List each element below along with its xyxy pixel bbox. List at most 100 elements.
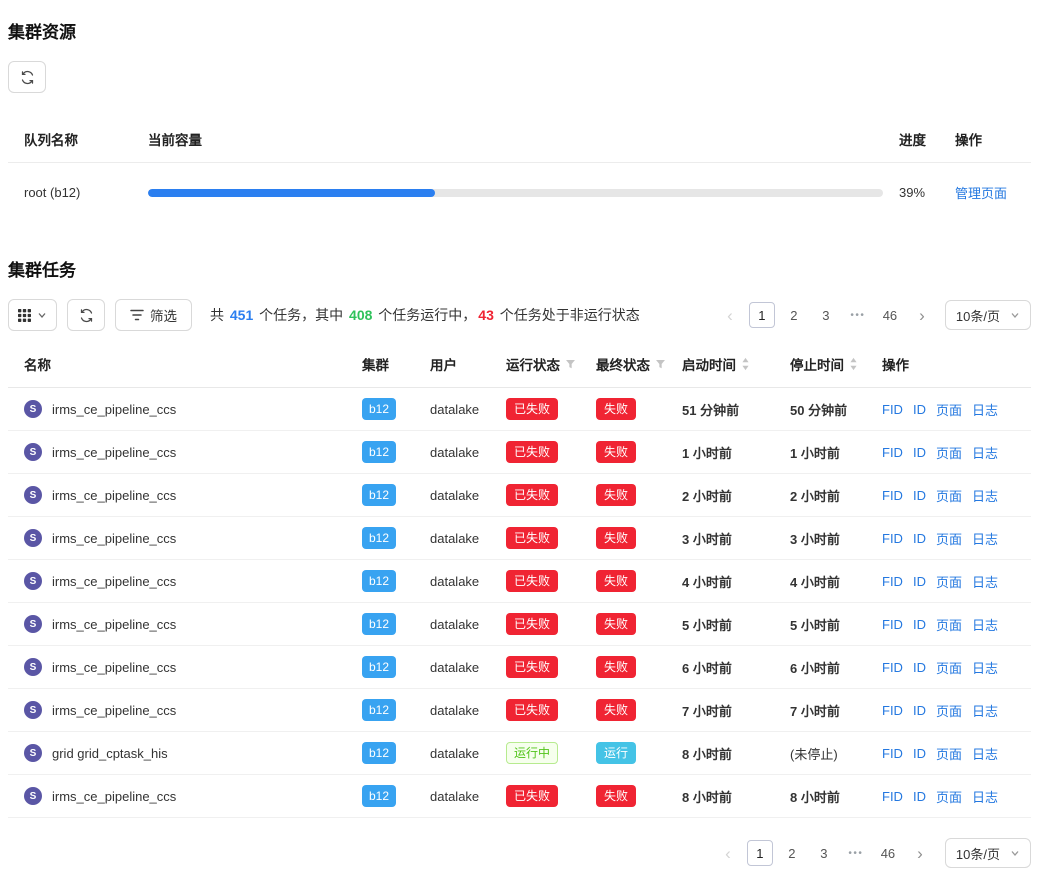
task-action-ID[interactable]: ID xyxy=(913,574,926,589)
task-start-time: 7 小时前 xyxy=(666,691,774,730)
prev-page-button[interactable]: ‹ xyxy=(717,302,743,328)
page-button-3[interactable]: 3 xyxy=(813,302,839,328)
next-page-button[interactable]: › xyxy=(909,302,935,328)
task-action-日志[interactable]: 日志 xyxy=(972,572,998,591)
task-action-页面[interactable]: 页面 xyxy=(936,400,962,419)
task-user: datalake xyxy=(414,435,490,470)
task-user: datalake xyxy=(414,478,490,513)
table-row: S irms_ce_pipeline_ccs b12 datalake 已失败 … xyxy=(8,689,1031,732)
final-status-badge: 失败 xyxy=(596,570,636,592)
task-action-FID[interactable]: FID xyxy=(882,445,903,460)
task-action-页面[interactable]: 页面 xyxy=(936,529,962,548)
task-action-ID[interactable]: ID xyxy=(913,617,926,632)
cluster-badge: b12 xyxy=(362,570,396,592)
task-actions: FID ID 页面日志 xyxy=(866,734,1031,773)
page-button-46[interactable]: 46 xyxy=(877,302,903,328)
task-action-FID[interactable]: FID xyxy=(882,746,903,761)
task-action-日志[interactable]: 日志 xyxy=(972,443,998,462)
page-size-select-top[interactable]: 10条/页 xyxy=(945,300,1031,330)
task-action-页面[interactable]: 页面 xyxy=(936,787,962,806)
page-button-1[interactable]: 1 xyxy=(747,840,773,866)
task-action-ID[interactable]: ID xyxy=(913,660,926,675)
cluster-badge: b12 xyxy=(362,527,396,549)
task-user: datalake xyxy=(414,779,490,814)
col-task-action: 操作 xyxy=(866,341,1031,387)
task-action-FID[interactable]: FID xyxy=(882,789,903,804)
page-button-46[interactable]: 46 xyxy=(875,840,901,866)
task-action-页面[interactable]: 页面 xyxy=(936,701,962,720)
task-name: irms_ce_pipeline_ccs xyxy=(52,660,176,675)
task-action-FID[interactable]: FID xyxy=(882,488,903,503)
next-page-button[interactable]: › xyxy=(907,840,933,866)
task-stop-time: 3 小时前 xyxy=(774,519,866,558)
task-action-ID[interactable]: ID xyxy=(913,488,926,503)
col-current-capacity: 当前容量 xyxy=(132,115,883,162)
task-action-日志[interactable]: 日志 xyxy=(972,658,998,677)
task-stop-time: 8 小时前 xyxy=(774,777,866,816)
task-action-FID[interactable]: FID xyxy=(882,703,903,718)
table-row: S irms_ce_pipeline_ccs b12 datalake 已失败 … xyxy=(8,775,1031,818)
run-status-badge: 已失败 xyxy=(506,441,558,463)
task-action-日志[interactable]: 日志 xyxy=(972,486,998,505)
task-action-页面[interactable]: 页面 xyxy=(936,443,962,462)
task-action-日志[interactable]: 日志 xyxy=(972,787,998,806)
task-action-ID[interactable]: ID xyxy=(913,789,926,804)
task-action-FID[interactable]: FID xyxy=(882,531,903,546)
manage-page-link[interactable]: 管理页面 xyxy=(955,186,1007,201)
task-action-页面[interactable]: 页面 xyxy=(936,486,962,505)
page-button-1[interactable]: 1 xyxy=(749,302,775,328)
task-action-页面[interactable]: 页面 xyxy=(936,658,962,677)
task-action-页面[interactable]: 页面 xyxy=(936,744,962,763)
task-action-FID[interactable]: FID xyxy=(882,617,903,632)
final-status-badge: 失败 xyxy=(596,613,636,635)
task-action-FID[interactable]: FID xyxy=(882,402,903,417)
page-button-2[interactable]: 2 xyxy=(779,840,805,866)
spark-avatar: S xyxy=(24,486,42,504)
task-start-time: 4 小时前 xyxy=(666,562,774,601)
filter-button[interactable]: 筛选 xyxy=(115,299,192,331)
final-status-filter-icon[interactable] xyxy=(655,359,666,370)
task-action-ID[interactable]: ID xyxy=(913,445,926,460)
page-size-select-bottom[interactable]: 10条/页 xyxy=(945,838,1031,868)
task-action-ID[interactable]: ID xyxy=(913,531,926,546)
final-status-badge: 运行 xyxy=(596,742,636,764)
task-action-ID[interactable]: ID xyxy=(913,746,926,761)
task-action-页面[interactable]: 页面 xyxy=(936,572,962,591)
task-actions: FID ID 页面日志 xyxy=(866,562,1031,601)
pagination-ellipsis[interactable]: ••• xyxy=(845,302,871,328)
pagination-ellipsis[interactable]: ••• xyxy=(843,840,869,866)
page-button-2[interactable]: 2 xyxy=(781,302,807,328)
task-actions: FID ID 页面日志 xyxy=(866,476,1031,515)
grid-icon xyxy=(18,309,31,322)
table-row: S irms_ce_pipeline_ccs b12 datalake 已失败 … xyxy=(8,560,1031,603)
task-stop-time: 2 小时前 xyxy=(774,476,866,515)
task-action-日志[interactable]: 日志 xyxy=(972,529,998,548)
prev-page-button[interactable]: ‹ xyxy=(715,840,741,866)
spark-avatar: S xyxy=(24,701,42,719)
task-action-FID[interactable]: FID xyxy=(882,574,903,589)
task-action-日志[interactable]: 日志 xyxy=(972,400,998,419)
filter-icon xyxy=(130,309,144,321)
resources-refresh-button[interactable] xyxy=(8,61,46,93)
task-action-ID[interactable]: ID xyxy=(913,402,926,417)
page-button-3[interactable]: 3 xyxy=(811,840,837,866)
task-action-页面[interactable]: 页面 xyxy=(936,615,962,634)
task-stop-time: 5 小时前 xyxy=(774,605,866,644)
spark-avatar: S xyxy=(24,744,42,762)
task-action-日志[interactable]: 日志 xyxy=(972,615,998,634)
table-row: S irms_ce_pipeline_ccs b12 datalake 已失败 … xyxy=(8,603,1031,646)
task-action-ID[interactable]: ID xyxy=(913,703,926,718)
tasks-refresh-button[interactable] xyxy=(67,299,105,331)
task-stop-time: 4 小时前 xyxy=(774,562,866,601)
task-action-日志[interactable]: 日志 xyxy=(972,744,998,763)
total-task-count: 451 xyxy=(230,307,253,323)
run-status-filter-icon[interactable] xyxy=(565,359,576,370)
column-settings-button[interactable] xyxy=(8,299,57,331)
task-name: irms_ce_pipeline_ccs xyxy=(52,402,176,417)
task-action-FID[interactable]: FID xyxy=(882,660,903,675)
start-time-sort-icon[interactable] xyxy=(741,357,750,371)
task-action-日志[interactable]: 日志 xyxy=(972,701,998,720)
task-start-time: 51 分钟前 xyxy=(666,390,774,429)
final-status-badge: 失败 xyxy=(596,656,636,678)
stop-time-sort-icon[interactable] xyxy=(849,357,858,371)
